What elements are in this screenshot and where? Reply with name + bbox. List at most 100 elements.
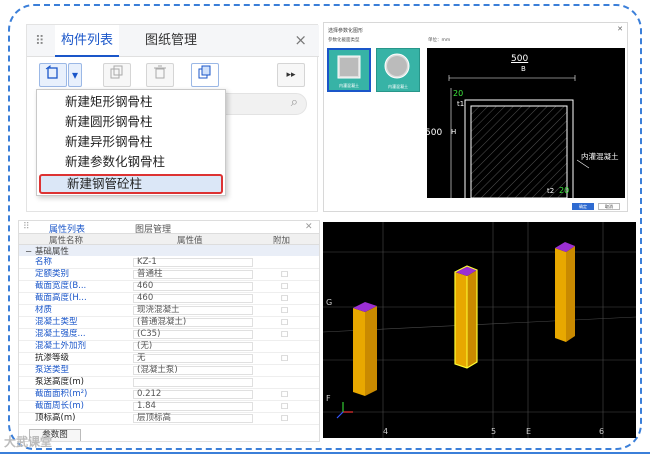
drag-handle-icon[interactable]: ⠿ bbox=[23, 222, 30, 232]
new-component-dropdown[interactable]: ▾ bbox=[68, 63, 82, 87]
new-component-button[interactable] bbox=[39, 63, 67, 87]
dim-t2-label: t2 bbox=[547, 187, 555, 195]
group-basic-properties[interactable]: − 基础属性 bbox=[19, 245, 319, 257]
menu-item-irregular-steel-column[interactable]: 新建异形钢骨柱 bbox=[37, 132, 227, 152]
property-row[interactable]: 泵送类型 (混凝土泵) bbox=[19, 365, 319, 377]
property-row[interactable]: 混凝土外加剂 (无) bbox=[19, 341, 319, 353]
grid-label-6: 6 bbox=[599, 427, 605, 436]
unit-label: 单位：mm bbox=[428, 38, 451, 43]
property-value[interactable]: 现浇混凝土 bbox=[137, 305, 180, 316]
property-row[interactable]: 混凝土类型 (普通混凝土) ☐ bbox=[19, 317, 319, 329]
tab-drawing-management[interactable]: 图纸管理 bbox=[139, 25, 203, 57]
property-value[interactable]: KZ-1 bbox=[137, 257, 157, 268]
property-name: 混凝土强度... bbox=[35, 329, 86, 339]
property-value[interactable]: (混凝土泵) bbox=[137, 365, 178, 376]
dim-width-value[interactable]: 500 bbox=[511, 54, 528, 64]
extra-checkbox[interactable]: ☐ bbox=[281, 305, 288, 316]
property-row[interactable]: 名称 KZ-1 bbox=[19, 257, 319, 269]
section-preview: 500 B 500 H 20 t1 t2 20 内灌混凝土 bbox=[425, 48, 625, 205]
dim-t2-value[interactable]: 20 bbox=[559, 186, 569, 195]
copy-button[interactable] bbox=[103, 63, 131, 87]
extra-checkbox[interactable]: ☐ bbox=[281, 413, 288, 424]
property-value[interactable]: 460 bbox=[137, 281, 153, 292]
menu-item-parametric-steel-column[interactable]: 新建参数化钢骨柱 bbox=[37, 152, 227, 172]
property-value[interactable]: 普通柱 bbox=[137, 269, 163, 280]
3d-scene bbox=[323, 222, 636, 438]
property-value[interactable]: (无) bbox=[137, 341, 152, 352]
panel-tab-bar: ⠿ 构件列表 图纸管理 × bbox=[27, 25, 319, 57]
property-name: 混凝土外加剂 bbox=[35, 341, 87, 351]
property-name: 定额类别 bbox=[35, 269, 70, 279]
extra-checkbox[interactable]: ☐ bbox=[281, 353, 288, 364]
layer-copy-button[interactable] bbox=[191, 63, 219, 87]
property-value-field[interactable] bbox=[133, 378, 253, 387]
property-row[interactable]: 泵送高度(m) bbox=[19, 377, 319, 389]
dim-t1-value[interactable]: 20 bbox=[453, 89, 463, 98]
property-value[interactable]: 1.84 bbox=[137, 401, 156, 412]
property-value[interactable]: 无 bbox=[137, 353, 146, 364]
thumb-label: 内灌混凝土 bbox=[388, 84, 408, 89]
property-value[interactable]: 层顶标高 bbox=[137, 413, 171, 424]
divider bbox=[0, 452, 650, 454]
property-name: 截面高度(H... bbox=[35, 293, 87, 303]
property-name: 泵送高度(m) bbox=[35, 377, 84, 387]
property-row[interactable]: 截面面积(m²) 0.212 ☐ bbox=[19, 389, 319, 401]
dim-t1-label: t1 bbox=[457, 100, 465, 108]
property-tab-bar: ⠿ 属性列表 图层管理 ✕ bbox=[19, 221, 319, 235]
property-row[interactable]: 材质 现浇混凝土 ☐ bbox=[19, 305, 319, 317]
axis-label-f: F bbox=[326, 394, 331, 403]
section-type-label: 参数化截面类型 bbox=[328, 38, 360, 43]
grid-label-e: E bbox=[526, 427, 532, 436]
extra-checkbox[interactable]: ☐ bbox=[281, 401, 288, 412]
close-icon[interactable]: × bbox=[294, 31, 307, 49]
property-value[interactable]: (普通混凝土) bbox=[137, 317, 186, 328]
property-row[interactable]: 截面高度(H... 460 ☐ bbox=[19, 293, 319, 305]
property-value[interactable]: (C35) bbox=[137, 329, 160, 340]
extra-checkbox[interactable]: ☐ bbox=[281, 269, 288, 280]
extra-checkbox[interactable]: ☐ bbox=[281, 317, 288, 328]
ok-button[interactable]: 确定 bbox=[572, 203, 594, 210]
menu-item-rect-steel-column[interactable]: 新建矩形钢骨柱 bbox=[37, 92, 227, 112]
3d-view[interactable]: G F 4 5 E 6 bbox=[323, 222, 636, 438]
tab-component-list[interactable]: 构件列表 bbox=[55, 25, 120, 57]
extra-checkbox[interactable]: ☐ bbox=[281, 329, 288, 340]
property-row[interactable]: 混凝土强度... (C35) ☐ bbox=[19, 329, 319, 341]
round-tube-icon bbox=[384, 53, 410, 79]
more-button[interactable]: ▸▸ bbox=[277, 63, 305, 87]
property-row[interactable]: 截面周长(m) 1.84 ☐ bbox=[19, 401, 319, 413]
menu-item-round-steel-column[interactable]: 新建圆形钢骨柱 bbox=[37, 112, 227, 132]
dim-height-value[interactable]: 500 bbox=[425, 128, 442, 138]
property-name: 混凝土类型 bbox=[35, 317, 78, 327]
cancel-button[interactable]: 取消 bbox=[598, 203, 620, 210]
property-row[interactable]: 顶标高(m) 层顶标高 ☐ bbox=[19, 413, 319, 425]
property-name: 顶标高(m) bbox=[35, 413, 76, 423]
property-value[interactable]: 0.212 bbox=[137, 389, 161, 400]
section-drawing bbox=[448, 75, 590, 205]
dialog-close-icon[interactable]: ✕ bbox=[617, 25, 623, 33]
property-value-field[interactable] bbox=[133, 354, 253, 363]
axis-label-g: G bbox=[326, 298, 333, 307]
dialog-title: 选择参数化图形 bbox=[328, 28, 364, 34]
thumb-label: 内灌混凝土 bbox=[339, 83, 359, 88]
dim-h-label: H bbox=[451, 128, 457, 136]
delete-button[interactable] bbox=[146, 63, 174, 87]
property-row[interactable]: 定额类别 普通柱 ☐ bbox=[19, 269, 319, 281]
group-label: 基础属性 bbox=[34, 247, 69, 257]
collapse-icon: − bbox=[25, 247, 35, 257]
property-row[interactable]: 抗渗等级 无 ☐ bbox=[19, 353, 319, 365]
extra-checkbox[interactable]: ☐ bbox=[281, 281, 288, 292]
property-value[interactable]: 460 bbox=[137, 293, 153, 304]
shape-thumb-square[interactable]: 内灌混凝土 bbox=[327, 48, 371, 92]
new-file-icon bbox=[45, 65, 58, 79]
property-name: 截面宽度(B... bbox=[35, 281, 87, 291]
property-panel: ⠿ 属性列表 图层管理 ✕ 属性名称 属性值 附加 − 基础属性 名称 KZ-1 定… bbox=[18, 220, 320, 442]
chevron-down-icon: ▾ bbox=[71, 68, 79, 82]
drag-handle-icon[interactable]: ⠿ bbox=[35, 34, 44, 49]
property-row[interactable]: 截面宽度(B... 460 ☐ bbox=[19, 281, 319, 293]
shape-thumb-round[interactable]: 内灌混凝土 bbox=[376, 48, 420, 92]
extra-checkbox[interactable]: ☐ bbox=[281, 389, 288, 400]
grid-label-5: 5 bbox=[491, 427, 497, 436]
menu-item-concrete-filled-steel-tube-column[interactable]: 新建钢管砼柱 bbox=[39, 174, 223, 194]
extra-checkbox[interactable]: ☐ bbox=[281, 293, 288, 304]
close-icon[interactable]: ✕ bbox=[305, 222, 313, 232]
